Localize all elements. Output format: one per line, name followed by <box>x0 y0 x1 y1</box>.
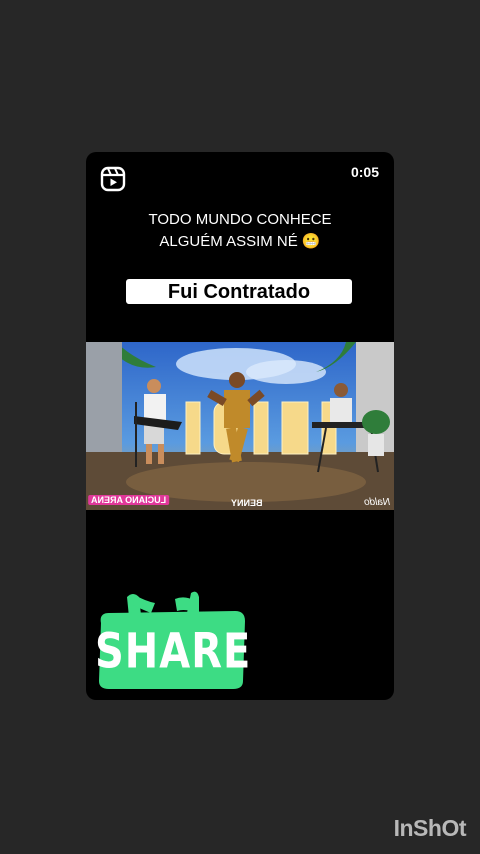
inshot-watermark: InShOt <box>393 815 467 841</box>
video-signature: Naldo <box>363 497 390 508</box>
video-watermark-mid: BENNY <box>231 498 263 508</box>
video-frame[interactable]: LUCIANO ARENA BENNY Naldo <box>86 342 394 510</box>
caption-line-1: TODO MUNDO CONHECE <box>148 211 332 228</box>
caption-line-2: ALGUÉM ASSIM NÉ 😬 <box>159 233 321 250</box>
caption: TODO MUNDO CONHECE ALGUÉM ASSIM NÉ 😬 <box>86 209 394 253</box>
reel-card[interactable]: 0:05 TODO MUNDO CONHECE ALGUÉM ASSIM NÉ … <box>86 152 394 700</box>
stage-scene <box>86 342 394 510</box>
title-box: Fui Contratado <box>126 279 352 304</box>
video-duration: 0:05 <box>350 164 379 180</box>
share-sticker[interactable]: SHARE <box>95 589 252 692</box>
share-label: SHARE <box>95 624 252 680</box>
reels-icon[interactable] <box>100 166 126 192</box>
video-watermark-left: LUCIANO ARENA <box>88 495 170 505</box>
